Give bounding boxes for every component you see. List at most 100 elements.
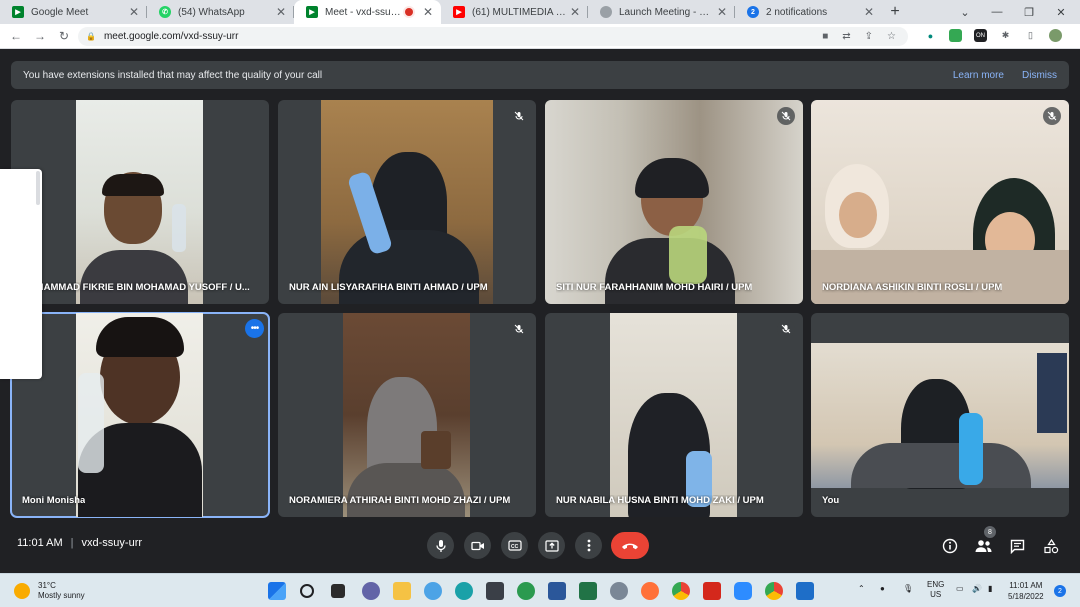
participant-tile[interactable]: ••• Moni Monisha (10, 312, 270, 518)
forward-icon[interactable]: → (28, 29, 52, 43)
participant-tile[interactable]: NUR AIN LISYARAFIHA BINTI AHMAD / UPM (278, 100, 536, 304)
volume-icon[interactable]: 🔊 (972, 584, 982, 593)
globe-icon[interactable] (610, 582, 628, 600)
captions-icon: CC (507, 540, 522, 551)
excel-icon[interactable] (579, 582, 597, 600)
clock[interactable]: 11:01 AM 5/18/2022 (1008, 580, 1044, 602)
word-icon[interactable] (548, 582, 566, 600)
back-icon[interactable]: ← (4, 29, 28, 43)
participant-tile[interactable]: MUHAMMAD FIKRIE BIN MOHAMAD YUSOFF / U..… (11, 100, 269, 304)
extension-icon[interactable]: ON (974, 29, 987, 42)
profile-avatar[interactable] (1049, 29, 1062, 42)
tab-whatsapp[interactable]: ✆ (54) WhatsApp ✕ (147, 0, 294, 24)
lock-icon: 🔒 (86, 32, 96, 41)
floating-side-panel[interactable] (0, 169, 42, 379)
acrobat-icon[interactable] (703, 582, 721, 600)
more-options-button[interactable] (575, 532, 602, 559)
close-icon[interactable]: ✕ (862, 5, 876, 19)
close-icon[interactable]: ✕ (568, 5, 582, 19)
extension-icon[interactable] (949, 29, 962, 42)
edge-icon[interactable] (424, 582, 442, 600)
share-icon[interactable]: ⇪ (865, 31, 873, 42)
participant-name: SITI NUR FARAHHANIM MOHD HAIRI / UPM (556, 282, 753, 293)
close-window-button[interactable]: ✕ (1044, 0, 1078, 24)
taskbar-date: 5/18/2022 (1008, 592, 1044, 601)
participant-tile[interactable]: NUR NABILA HUSNA BINTI MOHD ZAKI / UPM (545, 313, 803, 517)
chrome-icon[interactable] (672, 582, 690, 600)
network-icon[interactable]: ▭ (956, 584, 964, 593)
media-player-icon[interactable] (796, 582, 814, 600)
more-options-button[interactable]: ••• (245, 319, 264, 338)
tab-search-icon[interactable]: ⌄ (948, 0, 982, 24)
video-feed (321, 100, 493, 304)
meeting-details-button[interactable] (941, 537, 959, 555)
new-tab-button[interactable]: + (882, 0, 908, 24)
camera-in-use-icon[interactable]: ■ (822, 31, 828, 42)
task-view-icon[interactable] (331, 584, 345, 598)
camera-button[interactable] (464, 532, 491, 559)
language-indicator[interactable]: ENG US (927, 580, 944, 600)
firefox-icon[interactable] (641, 582, 659, 600)
close-icon[interactable]: ✕ (715, 5, 729, 19)
chat-app-icon[interactable] (362, 582, 380, 600)
close-icon[interactable]: ✕ (127, 5, 141, 19)
app-icon[interactable] (517, 582, 535, 600)
extension-icon[interactable]: ● (924, 29, 937, 42)
participant-tile[interactable]: NORDIANA ASHIKIN BINTI ROSLI / UPM (811, 100, 1069, 304)
video-feed (811, 343, 1069, 489)
minimize-button[interactable]: — (980, 0, 1014, 24)
microphone-button[interactable] (427, 532, 454, 559)
leave-call-button[interactable] (611, 532, 649, 559)
edge-browser-icon[interactable] (455, 582, 473, 600)
windows-taskbar: 31°C Mostly sunny ⌃ ● 🎙 ENG US ▭ 🔊 ▮ 11:… (0, 573, 1080, 607)
meet-tray-icon[interactable]: ● (880, 584, 885, 593)
store-icon[interactable] (486, 582, 504, 600)
weather-widget[interactable]: 31°C Mostly sunny (14, 581, 85, 601)
address-bar[interactable]: 🔒 meet.google.com/vxd-ssuy-urr ■ ⇄ ⇪ ☆ (78, 27, 908, 46)
notification-badge[interactable]: 2 (1054, 585, 1066, 597)
learn-more-link[interactable]: Learn more (953, 70, 1004, 81)
side-panel-icon[interactable]: ▯ (1024, 29, 1037, 42)
start-button[interactable] (268, 582, 286, 600)
extension-warning-banner: You have extensions installed that may a… (11, 61, 1069, 89)
activities-button[interactable] (1042, 537, 1060, 555)
reload-icon[interactable]: ↻ (52, 29, 76, 43)
bookmark-star-icon[interactable]: ☆ (887, 31, 896, 42)
close-icon[interactable]: ✕ (274, 5, 288, 19)
battery-icon[interactable]: ▮ (988, 584, 992, 593)
restore-button[interactable]: ❐ (1012, 0, 1046, 24)
zoom-icon[interactable] (734, 582, 752, 600)
present-button[interactable] (538, 532, 565, 559)
extensions-puzzle-icon[interactable]: ✱ (999, 29, 1012, 42)
participant-name: NORDIANA ASHIKIN BINTI ROSLI / UPM (822, 282, 1003, 293)
video-feed (811, 100, 1069, 304)
tab-google-meet[interactable]: ▶ Google Meet ✕ (0, 0, 147, 24)
file-explorer-icon[interactable] (393, 582, 411, 600)
close-icon[interactable]: ✕ (421, 5, 435, 19)
tab-meet-active[interactable]: ▶ Meet - vxd-ssuy-urr ✕ (294, 0, 441, 24)
search-icon[interactable] (300, 584, 314, 598)
scrollbar[interactable] (36, 171, 40, 205)
participant-name: NORAMIERA ATHIRAH BINTI MOHD ZHAZI / UPM (289, 495, 511, 506)
captions-button[interactable]: CC (501, 532, 528, 559)
chrome-active-icon[interactable] (765, 582, 783, 600)
tab-notifications[interactable]: 2 2 notifications ✕ (735, 0, 882, 24)
tab-youtube[interactable]: ▶ (61) MULTIMEDIA DALAM P ✕ (441, 0, 588, 24)
weather-condition: Mostly sunny (38, 591, 85, 600)
translate-icon[interactable]: ⇄ (842, 31, 850, 42)
participant-tile[interactable]: SITI NUR FARAHHANIM MOHD HAIRI / UPM (545, 100, 803, 304)
tab-title: (61) MULTIMEDIA DALAM P (472, 6, 568, 18)
meeting-info: 11:01 AM | vxd-ssuy-urr (17, 537, 143, 549)
participant-tile-self[interactable]: You (811, 313, 1069, 517)
show-hidden-icons[interactable]: ⌃ (858, 584, 865, 593)
extension-icons: ● ON ✱ ▯ ⋮ (924, 29, 1080, 42)
chat-button[interactable] (1008, 537, 1026, 555)
camera-icon (470, 541, 484, 550)
microphone-tray-icon[interactable]: 🎙 (903, 584, 913, 593)
people-button[interactable] (974, 537, 992, 555)
dismiss-button[interactable]: Dismiss (1022, 70, 1057, 81)
participant-tile[interactable]: NORAMIERA ATHIRAH BINTI MOHD ZHAZI / UPM (278, 313, 536, 517)
menu-icon[interactable]: ⋮ (1074, 29, 1080, 42)
sun-icon (14, 583, 30, 599)
tab-zoom[interactable]: Launch Meeting - Zoom ✕ (588, 0, 735, 24)
